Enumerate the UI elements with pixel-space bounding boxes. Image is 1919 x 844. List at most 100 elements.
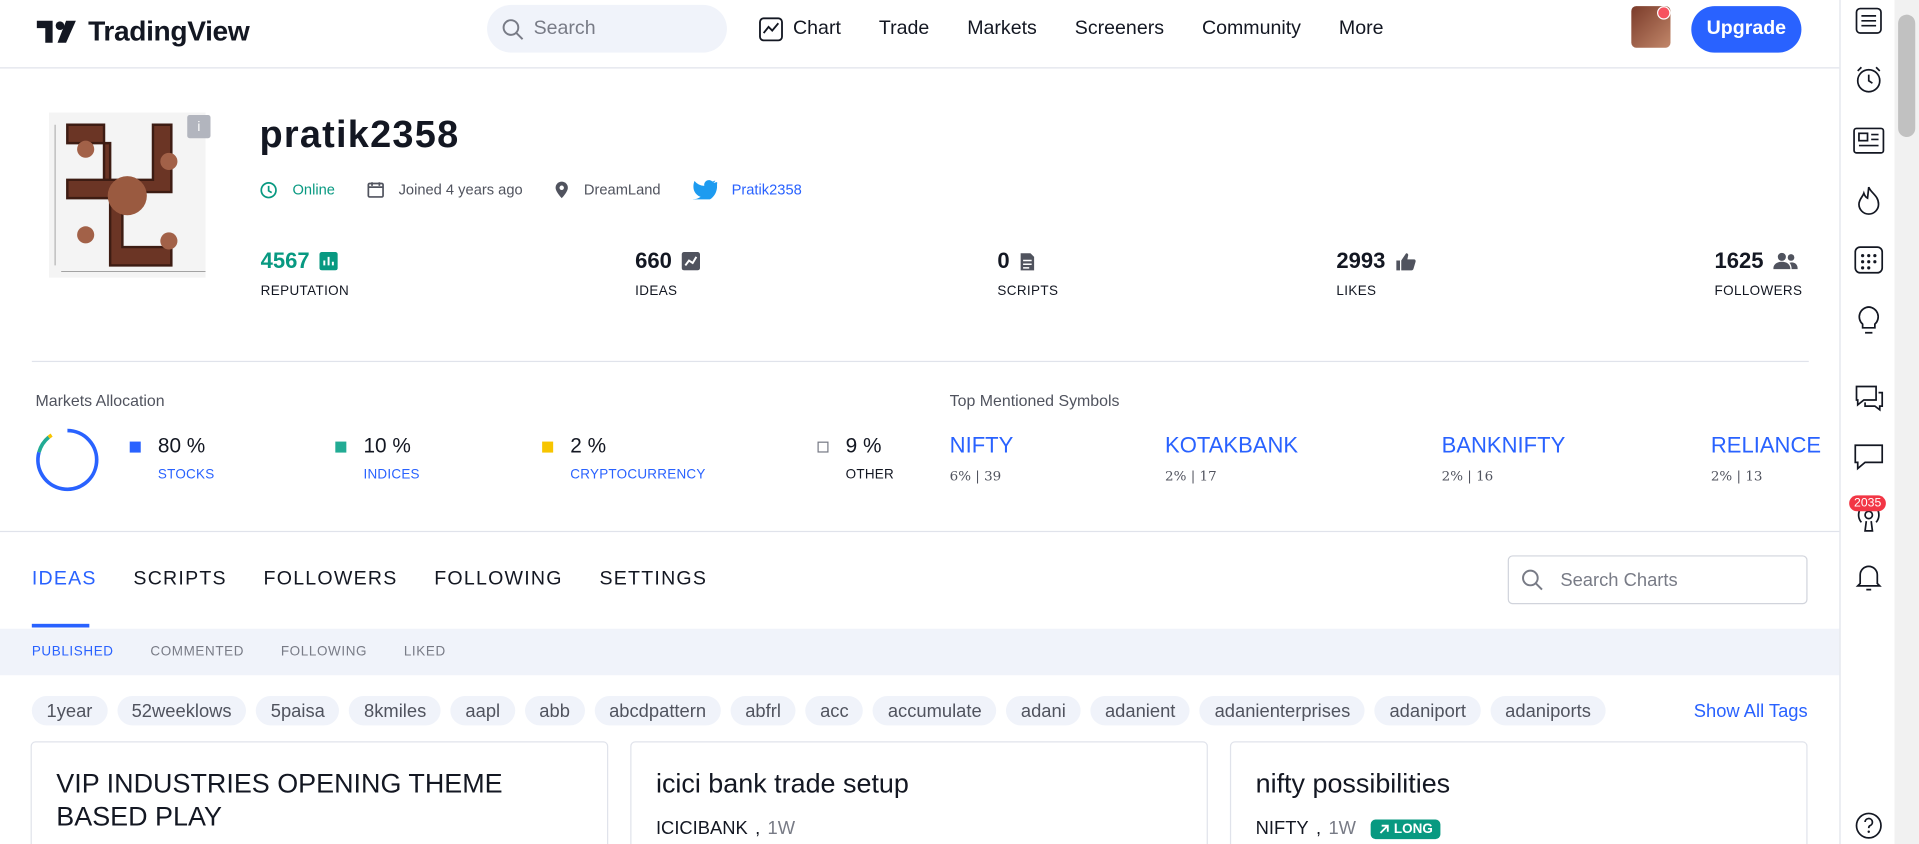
- joined-info: Joined 4 years ago: [367, 181, 523, 198]
- right-sidebar: 2035: [1839, 0, 1895, 844]
- donut-slice-cryptocurrency: [47, 433, 53, 439]
- global-search[interactable]: Search: [487, 4, 727, 53]
- nav-markets[interactable]: Markets: [967, 17, 1037, 41]
- tag-chip[interactable]: 5paisa: [256, 696, 340, 726]
- location-info: DreamLand: [554, 180, 661, 198]
- hotlist-flame-icon[interactable]: [1853, 185, 1885, 217]
- profile-username: pratik2358: [259, 112, 460, 156]
- chat-icon[interactable]: [1853, 440, 1885, 472]
- show-all-tags-link[interactable]: Show All Tags: [1694, 701, 1808, 722]
- ideas-subtabs: PUBLISHED COMMENTED FOLLOWING LIKED: [32, 645, 483, 660]
- news-icon[interactable]: [1853, 125, 1885, 157]
- nav-more[interactable]: More: [1339, 17, 1384, 41]
- long-badge: LONG: [1370, 818, 1441, 839]
- twitter-link[interactable]: Pratik2358: [692, 180, 802, 200]
- tag-list: 1year 52weeklows 5paisa 8kmiles aapl abb…: [31, 696, 1606, 726]
- tag-chip[interactable]: abcdpattern: [594, 696, 721, 726]
- idea-title[interactable]: icici bank trade setup: [656, 767, 1194, 800]
- watchlist-icon[interactable]: [1853, 5, 1885, 37]
- idea-card[interactable]: icici bank trade setup ICICIBANK, 1W: [630, 741, 1208, 844]
- tag-chip[interactable]: adanient: [1090, 696, 1191, 726]
- bell-icon[interactable]: [1853, 561, 1885, 593]
- stat-ideas[interactable]: 660 IDEAS: [635, 248, 701, 298]
- thumbs-up-icon: [1396, 252, 1416, 270]
- tag-chip[interactable]: 52weeklows: [116, 696, 247, 726]
- subtab-published[interactable]: PUBLISHED: [32, 645, 114, 660]
- page-scrollbar[interactable]: [1894, 0, 1919, 844]
- twitter-icon: [692, 180, 717, 200]
- profile-meta: Online Joined 4 years ago DreamLand Prat…: [259, 180, 833, 200]
- calendar-small-icon: [367, 182, 384, 198]
- tradingview-logo[interactable]: TradingView: [36, 15, 250, 48]
- alloc-indices: 10 % INDICES: [335, 434, 420, 482]
- tag-chip[interactable]: abfrl: [730, 696, 796, 726]
- streams-badge: 2035: [1849, 495, 1887, 512]
- tag-chip[interactable]: acc: [805, 696, 864, 726]
- alarm-clock-icon[interactable]: [1853, 64, 1885, 96]
- alloc-other: 9 % OTHER: [817, 434, 894, 482]
- subtab-liked[interactable]: LIKED: [404, 645, 446, 660]
- top-header: TradingView Search Chart Trade Markets S…: [0, 0, 1840, 69]
- tag-chip[interactable]: 1year: [31, 696, 108, 726]
- scroll-thumb[interactable]: [1898, 14, 1916, 137]
- alloc-stocks: 80 % STOCKS: [129, 434, 215, 482]
- other-swatch: [817, 440, 829, 452]
- main-nav: Chart Trade Markets Screeners Community …: [759, 17, 1422, 42]
- active-tab-indicator: [31, 623, 90, 628]
- tag-chip[interactable]: adani: [1006, 696, 1081, 726]
- nav-chart[interactable]: Chart: [759, 17, 841, 42]
- donut-slice-other: [50, 428, 68, 437]
- tab-followers[interactable]: FOLLOWERS: [264, 569, 398, 591]
- lightbulb-icon[interactable]: [1853, 305, 1885, 337]
- calendar-icon[interactable]: [1853, 243, 1885, 275]
- search-charts-input[interactable]: Search Charts: [1507, 555, 1808, 605]
- symbol-kotakbank[interactable]: KOTAKBANK 2% | 17: [1165, 433, 1298, 484]
- stocks-swatch: [129, 440, 141, 452]
- idea-title[interactable]: VIP INDUSTRIES OPENING THEME BASED PLAY: [56, 767, 594, 833]
- tag-chip[interactable]: accumulate: [873, 696, 997, 726]
- stat-scripts[interactable]: 0 SCRIPTS: [997, 248, 1058, 298]
- section-divider: [0, 530, 1840, 533]
- chart-icon: [759, 17, 783, 42]
- chats-icon[interactable]: [1853, 382, 1885, 414]
- search-icon: [502, 18, 524, 40]
- symbol-reliance[interactable]: RELIANCE 2% | 13: [1711, 433, 1821, 484]
- idea-card[interactable]: VIP INDUSTRIES OPENING THEME BASED PLAY: [30, 741, 609, 844]
- upgrade-button[interactable]: Upgrade: [1691, 6, 1802, 53]
- search-placeholder: Search: [533, 17, 596, 39]
- idea-symbol: ICICIBANK, 1W: [655, 818, 796, 840]
- chart-bar-icon: [319, 251, 338, 271]
- tag-chip[interactable]: 8kmiles: [349, 696, 441, 726]
- symbol-banknifty[interactable]: BANKNIFTY 2% | 16: [1442, 433, 1566, 484]
- tag-chip[interactable]: aapl: [450, 696, 515, 726]
- nav-trade[interactable]: Trade: [879, 17, 929, 41]
- tag-chip[interactable]: abb: [524, 696, 585, 726]
- tab-following[interactable]: FOLLOWING: [434, 569, 563, 591]
- clock-icon: [260, 181, 277, 198]
- tag-chip[interactable]: adaniports: [1490, 696, 1606, 726]
- profile-avatar: [48, 112, 206, 278]
- tag-chip[interactable]: adanienterprises: [1199, 696, 1365, 726]
- info-icon[interactable]: i: [187, 114, 211, 139]
- subtab-following[interactable]: FOLLOWING: [281, 645, 367, 660]
- alloc-crypto: 2 % CRYPTOCURRENCY: [542, 434, 705, 482]
- tab-scripts[interactable]: SCRIPTS: [133, 569, 226, 591]
- nav-community[interactable]: Community: [1202, 17, 1301, 41]
- symbol-nifty[interactable]: NIFTY 6% | 39: [950, 433, 1014, 484]
- markets-allocation-title: Markets Allocation: [35, 391, 165, 410]
- notification-dot: [1657, 6, 1671, 20]
- help-icon[interactable]: [1853, 810, 1885, 842]
- tab-settings[interactable]: SETTINGS: [599, 569, 707, 591]
- subtab-commented[interactable]: COMMENTED: [150, 645, 244, 660]
- idea-title[interactable]: nifty possibilities: [1256, 767, 1794, 800]
- idea-card[interactable]: nifty possibilities NIFTY, 1W LONG: [1229, 741, 1808, 844]
- nav-screeners[interactable]: Screeners: [1075, 17, 1164, 41]
- people-icon: [1773, 252, 1798, 270]
- online-status: Online: [259, 180, 335, 198]
- crypto-swatch: [542, 440, 554, 452]
- document-icon: [1020, 252, 1035, 270]
- tab-ideas[interactable]: IDEAS: [32, 569, 97, 591]
- tag-chip[interactable]: adaniport: [1374, 696, 1481, 726]
- stat-followers[interactable]: 1625 FOLLOWERS: [1715, 248, 1803, 298]
- arrow-up-right-icon: [1379, 824, 1389, 834]
